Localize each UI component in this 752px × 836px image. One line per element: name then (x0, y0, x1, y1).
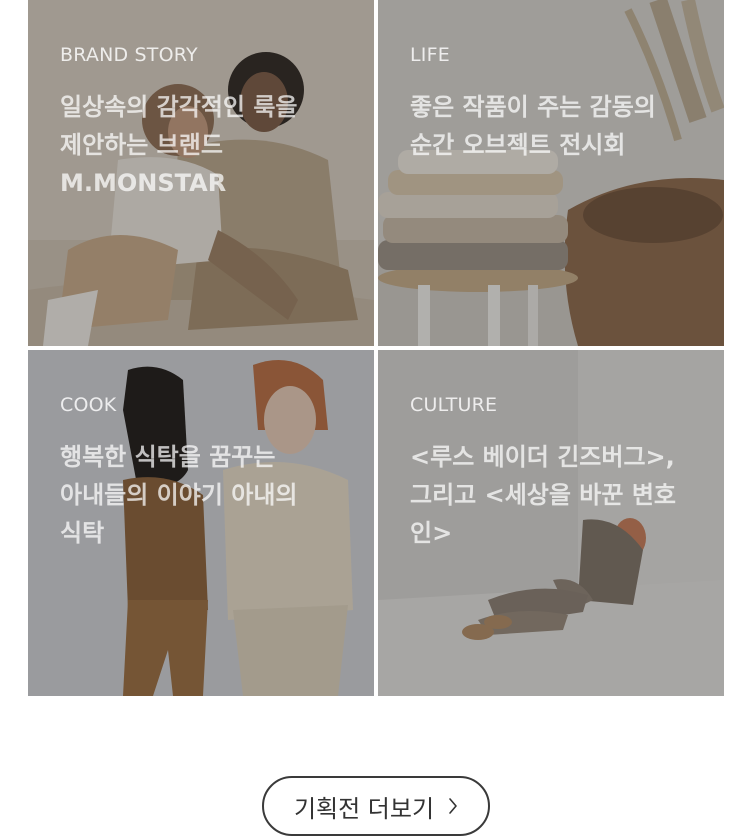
exhibition-page: BRAND STORY 일상속의 감각적인 룩을 제안하는 브랜드 M.MONS… (0, 0, 752, 836)
card-category: COOK (60, 394, 117, 416)
card-title: 좋은 작품이 주는 감동의 순간 오브젝트 전시회 (410, 93, 656, 159)
card-title: 일상속의 감각적인 룩을 제안하는 브랜드 M.MONSTAR (60, 93, 298, 197)
exhibition-card-life[interactable]: LIFE 좋은 작품이 주는 감동의 순간 오브젝트 전시회 (378, 0, 724, 346)
card-title: 행복한 식탁을 꿈꾸는 아내들의 이야기 아내의 식탁 (60, 443, 298, 547)
card-category: LIFE (410, 44, 450, 66)
more-button-label: 기획전 더보기 (293, 794, 435, 823)
more-button-container: 기획전 더보기 (0, 776, 752, 836)
card-category: CULTURE (410, 394, 498, 416)
card-category: BRAND STORY (60, 44, 198, 66)
chevron-right-icon (449, 798, 457, 814)
view-more-exhibitions-button[interactable]: 기획전 더보기 (262, 776, 490, 836)
card-title: <루스 베이더 긴즈버그>, 그리고 <세상을 바꾼 변호인> (410, 443, 676, 547)
exhibition-card-cook[interactable]: COOK 행복한 식탁을 꿈꾸는 아내들의 이야기 아내의 식탁 (28, 350, 374, 696)
exhibition-card-brand-story[interactable]: BRAND STORY 일상속의 감각적인 룩을 제안하는 브랜드 M.MONS… (28, 0, 374, 346)
exhibition-card-culture[interactable]: CULTURE <루스 베이더 긴즈버그>, 그리고 <세상을 바꾼 변호인> (378, 350, 724, 696)
exhibition-grid: BRAND STORY 일상속의 감각적인 룩을 제안하는 브랜드 M.MONS… (28, 0, 724, 696)
